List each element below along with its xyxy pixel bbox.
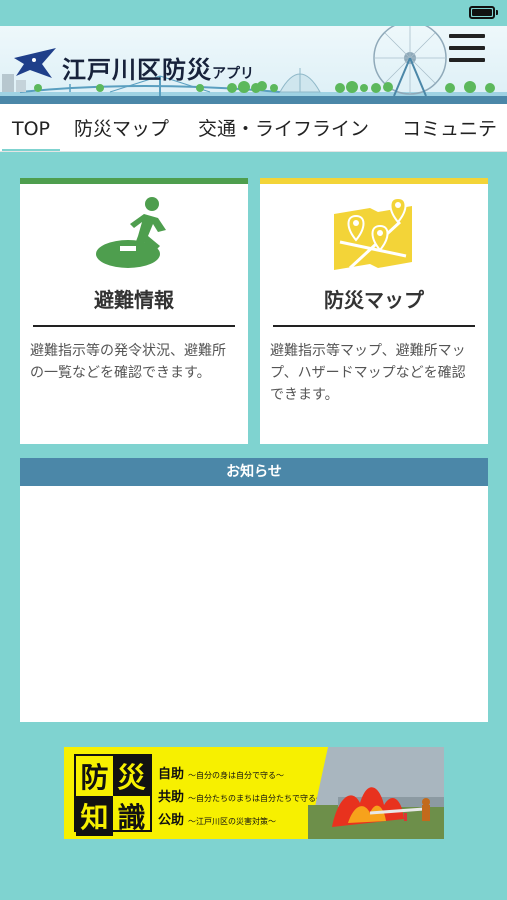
app-title-suffix: アプリ (212, 66, 254, 82)
banner-line-kyojo: 共助 〜自分たちのまちは自分たちで守る〜 (158, 786, 324, 805)
banner-line-label: 公助 (158, 813, 185, 828)
evacuation-info-title: 避難情報 (94, 288, 174, 312)
banner-title-grid: 防 災 知 識 (74, 754, 152, 836)
banner-char: 識 (117, 801, 146, 834)
tab-top[interactable]: TOP (2, 104, 60, 151)
menu-icon-bar-top (449, 34, 485, 38)
status-bar (0, 0, 507, 26)
menu-icon-bar-middle (449, 46, 485, 50)
banner-char: 知 (76, 796, 113, 836)
notice-header: お知らせ (20, 458, 488, 486)
menu-icon-bar-bottom (449, 58, 485, 62)
bousai-map-card[interactable]: 防災マップ 避難指示等マップ、避難所マップ、ハザードマップなどを確認できます。 (260, 178, 488, 444)
map-pins-icon (334, 196, 412, 270)
battery-icon (469, 6, 498, 19)
banner-line-jijo: 自助 〜自分の身は自分で守る〜 (158, 763, 284, 782)
banner-line-kojo: 公助 〜江戸川区の災害対策〜 (158, 809, 276, 828)
disaster-knowledge-banner[interactable]: 防 災 知 識 自助 〜自分の身は自分で守る〜 共助 〜自分たちのまちは自分たちで守… (64, 747, 444, 839)
bousai-map-title: 防災マップ (324, 288, 424, 312)
category-tabs: TOP 防災マップ 交通・ライフライン コミュニテ (0, 104, 507, 152)
banner-line-sub: 〜江戸川区の災害対策〜 (188, 817, 277, 826)
firefighting-drill-photo (308, 747, 444, 839)
tab-bousai-map[interactable]: 防災マップ (74, 104, 169, 151)
banner-line-sub: 〜自分の身は自分で守る〜 (188, 771, 285, 780)
tab-community[interactable]: コミュニテ (402, 104, 497, 151)
evacuation-info-description: 避難指示等の発令状況、避難所の一覧などを確認できます。 (30, 343, 226, 381)
card-divider (33, 325, 235, 327)
card-divider (273, 325, 475, 327)
notice-panel: お知らせ (20, 458, 488, 722)
app-title: 江戸川区防災アプリ (62, 50, 254, 85)
edogawa-logo-icon (14, 48, 56, 78)
banner-char: 防 (80, 761, 109, 794)
banner-char: 災 (113, 756, 150, 796)
evacuation-icon (96, 197, 166, 268)
evacuation-info-card[interactable]: 避難情報 避難指示等の発令状況、避難所の一覧などを確認できます。 (20, 178, 248, 444)
tab-transport-lifeline[interactable]: 交通・ライフライン (198, 104, 369, 151)
bousai-map-description: 避難指示等マップ、避難所マップ、ハザードマップなどを確認できます。 (270, 343, 466, 403)
banner-line-label: 共助 (158, 790, 185, 805)
banner-line-sub: 〜自分たちのまちは自分たちで守る〜 (188, 794, 325, 803)
app-header: 江戸川区防災アプリ (0, 26, 507, 104)
app-title-main: 江戸川区防災 (62, 56, 212, 84)
banner-line-label: 自助 (158, 767, 185, 782)
hamburger-menu-button[interactable] (446, 30, 488, 66)
